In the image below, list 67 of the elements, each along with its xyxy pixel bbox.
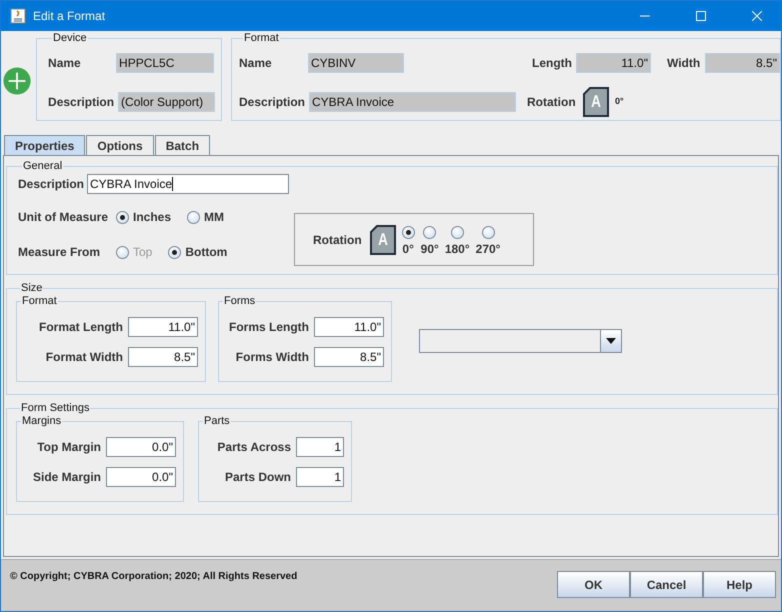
- field-label: Parts Across: [217, 440, 291, 454]
- radio-button[interactable]: 0°: [402, 226, 415, 256]
- caret-icon: [606, 338, 616, 344]
- width-field: 8.5": [705, 53, 780, 73]
- group-legend: Parts: [203, 415, 231, 427]
- field-label: Side Margin: [32, 470, 101, 484]
- number-field[interactable]: 8.5": [314, 347, 384, 367]
- group-legend: Form Settings: [20, 402, 90, 414]
- description-field[interactable]: CYBRA Invoice: [87, 174, 289, 194]
- group-legend: General: [22, 160, 64, 172]
- tab[interactable]: Properties: [4, 135, 86, 155]
- name-field: CYBINV: [308, 53, 404, 73]
- field-label: Description: [239, 95, 306, 109]
- copyright-text: © Copyright; CYBRA Corporation; 2020; All Rights Reserved: [10, 571, 298, 582]
- radio-button[interactable]: 90°: [420, 226, 439, 256]
- description-field: (Color Support): [118, 92, 216, 112]
- rotation-value: 0°: [615, 96, 624, 106]
- number-field[interactable]: 1: [296, 467, 344, 487]
- add-icon[interactable]: [3, 66, 32, 96]
- group-legend: Forms: [223, 295, 256, 307]
- field-label: Description: [18, 177, 86, 191]
- group-legend: Format: [21, 295, 58, 307]
- page-icon: A: [370, 224, 396, 254]
- number-field[interactable]: 8.5": [128, 347, 198, 367]
- app-icon: [10, 8, 26, 24]
- field-label: Parts Down: [224, 470, 291, 484]
- number-field[interactable]: 1: [296, 437, 344, 457]
- group-legend: Margins: [21, 415, 62, 427]
- radio-button[interactable]: 180°: [444, 226, 470, 256]
- dropdown[interactable]: [419, 329, 622, 353]
- number-field[interactable]: 0.0": [106, 437, 176, 457]
- field-label: Forms Width: [236, 350, 309, 364]
- name-field: HPPCL5C: [116, 53, 214, 73]
- number-field[interactable]: 11.0": [314, 317, 384, 337]
- field-label: Description: [48, 95, 116, 109]
- length-field: 11.0": [576, 53, 651, 73]
- radio-button[interactable]: MM: [187, 210, 224, 224]
- field-label: Format Width: [46, 350, 123, 364]
- group-legend: Size: [20, 282, 44, 294]
- field-label: Width: [667, 56, 702, 70]
- field-label: Top Margin: [37, 440, 101, 454]
- field-label: Rotation: [527, 95, 577, 109]
- maximize-icon[interactable]: [696, 11, 706, 21]
- radio-button[interactable]: Bottom: [168, 245, 228, 259]
- field-label: Unit of Measure: [18, 210, 110, 224]
- page-icon: A: [583, 87, 609, 117]
- rotation-label: Rotation: [313, 232, 362, 246]
- group-legend: Device: [52, 32, 88, 44]
- field-label: Name: [48, 56, 82, 70]
- window-title: Edit a Format: [33, 9, 106, 23]
- dialog-button[interactable]: Help: [703, 571, 776, 598]
- dialog-button[interactable]: Cancel: [630, 571, 703, 598]
- description-field: CYBRA Invoice: [309, 92, 516, 112]
- number-field[interactable]: 0.0": [106, 467, 176, 487]
- radio-button[interactable]: 270°: [476, 226, 500, 256]
- field-label: Format Length: [39, 320, 123, 334]
- tab[interactable]: Options: [86, 135, 154, 155]
- number-field[interactable]: 11.0": [128, 317, 198, 337]
- close-icon[interactable]: [752, 11, 762, 21]
- field-label: Length: [532, 56, 573, 70]
- field-label: Measure From: [18, 245, 102, 259]
- dialog-button[interactable]: OK: [557, 571, 630, 598]
- field-label: Name: [239, 56, 273, 70]
- radio-button[interactable]: Inches: [116, 210, 172, 224]
- field-label: Forms Length: [229, 320, 309, 334]
- tab[interactable]: Batch: [154, 135, 210, 155]
- group-legend: Format: [243, 32, 280, 44]
